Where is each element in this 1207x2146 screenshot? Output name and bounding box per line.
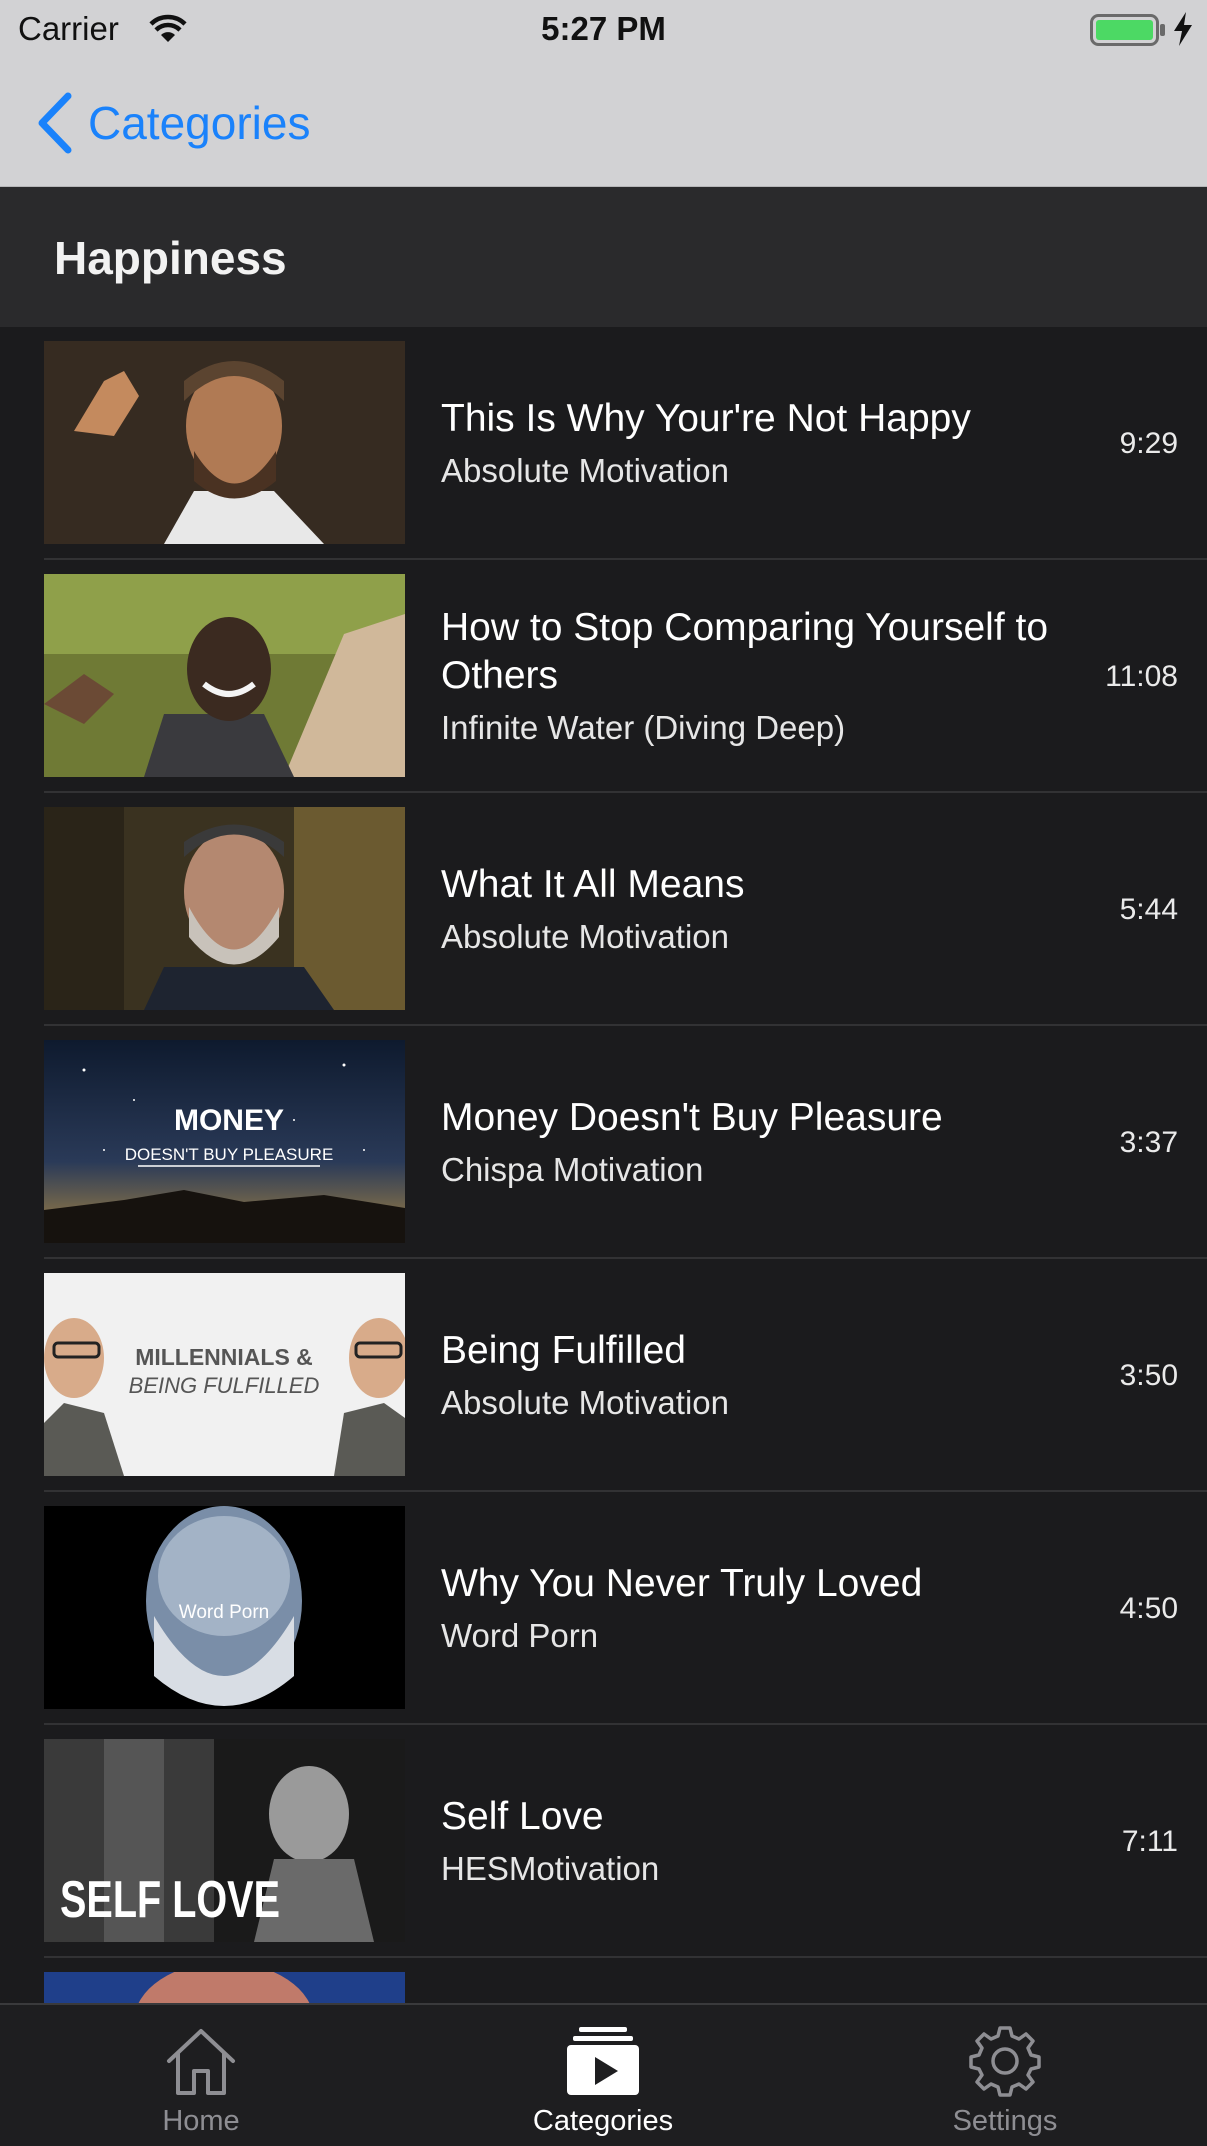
tab-categories[interactable]: Categories <box>402 2005 804 2146</box>
video-thumbnail <box>44 807 405 1010</box>
video-channel: Absolute Motivation <box>441 1383 729 1421</box>
tab-settings[interactable]: Settings <box>804 2005 1206 2146</box>
video-title: Being Fulfilled <box>441 1328 686 1372</box>
video-channel: HESMotivation <box>441 1849 660 1887</box>
video-duration: 3:50 <box>1119 1358 1178 1392</box>
video-title: Why You Never Truly Loved <box>441 1561 923 1605</box>
status-bar: Carrier 5:27 PM <box>0 0 1207 60</box>
thumbnail-text: DOESN'T BUY PLEASURE <box>125 1145 334 1164</box>
video-duration: 4:50 <box>1119 1591 1178 1625</box>
battery-icon <box>1090 14 1165 46</box>
section-header: Happiness <box>0 187 1207 327</box>
tab-label: Categories <box>532 2105 674 2137</box>
video-row[interactable]: MONEY DOESN'T BUY PLEASURE Money Doesn't… <box>0 1026 1207 1259</box>
video-channel: Absolute Motivation <box>441 917 729 955</box>
clock-label: 5:27 PM <box>541 10 666 47</box>
video-channel: Infinite Water (Diving Deep) <box>441 708 846 746</box>
video-thumbnail <box>44 341 405 544</box>
tab-home[interactable]: Home <box>0 2005 402 2146</box>
video-list[interactable]: This Is Why Your're Not Happy Absolute M… <box>0 327 1207 2003</box>
video-title: What It All Means <box>441 862 745 906</box>
video-title: Self Love <box>441 1794 604 1838</box>
video-row[interactable]: Word Porn Why You Never Truly Loved Word… <box>0 1492 1207 1725</box>
video-thumbnail: Word Porn <box>44 1506 405 1709</box>
back-button[interactable]: Categories <box>36 90 310 156</box>
video-thumbnail: MONEY DOESN'T BUY PLEASURE <box>44 1040 405 1243</box>
video-duration: 3:37 <box>1119 1125 1178 1159</box>
video-row[interactable]: How to Stop Comparing Yourself to Others… <box>0 560 1207 793</box>
thumbnail-text: MILLENNIALS & <box>135 1344 313 1370</box>
gear-icon <box>969 2026 1041 2097</box>
video-title: This Is Why Your're Not Happy <box>441 396 971 440</box>
tab-label: Home <box>162 2105 240 2137</box>
video-duration: 5:44 <box>1119 892 1178 926</box>
tab-bar: Home Categories Settings <box>0 2003 1207 2146</box>
thumbnail-text: SELF LOVE <box>60 1871 280 1929</box>
charging-bolt-icon <box>1174 12 1192 46</box>
back-button-label: Categories <box>88 97 311 149</box>
navigation-header: Carrier 5:27 PM Categories <box>0 0 1207 187</box>
tab-label: Settings <box>952 2105 1058 2137</box>
page-title: Happiness <box>54 232 287 284</box>
thumbnail-text: MONEY <box>174 1104 284 1137</box>
video-row[interactable] <box>0 1958 1207 2003</box>
thumbnail-text: Word Porn <box>179 1602 269 1623</box>
video-thumbnail: SELF LOVE <box>44 1739 405 1942</box>
video-duration: 11:08 <box>1105 659 1178 693</box>
video-channel: Chispa Motivation <box>441 1150 704 1188</box>
video-channel: Absolute Motivation <box>441 451 729 489</box>
video-row[interactable]: SELF LOVE Self Love HESMotivation 7:11 <box>0 1725 1207 1958</box>
video-row[interactable]: This Is Why Your're Not Happy Absolute M… <box>0 327 1207 560</box>
play-stack-icon <box>567 2027 639 2095</box>
video-title: Money Doesn't Buy Pleasure <box>441 1095 943 1139</box>
video-channel: Word Porn <box>441 1616 599 1654</box>
video-title: How to Stop Comparing Yourself to Others <box>441 605 1049 697</box>
video-thumbnail: MILLENNIALS & BEING FULFILLED <box>44 1273 405 1476</box>
video-row[interactable]: MILLENNIALS & BEING FULFILLED Being Fulf… <box>0 1259 1207 1492</box>
thumbnail-text: BEING FULFILLED <box>129 1373 320 1398</box>
video-thumbnail <box>44 574 405 777</box>
house-icon <box>167 2029 235 2095</box>
video-row[interactable]: What It All Means Absolute Motivation 5:… <box>0 793 1207 1026</box>
chevron-left-icon <box>38 92 72 154</box>
video-thumbnail <box>44 1972 405 2003</box>
video-duration: 9:29 <box>1119 426 1178 460</box>
video-duration: 7:11 <box>1121 1824 1178 1858</box>
